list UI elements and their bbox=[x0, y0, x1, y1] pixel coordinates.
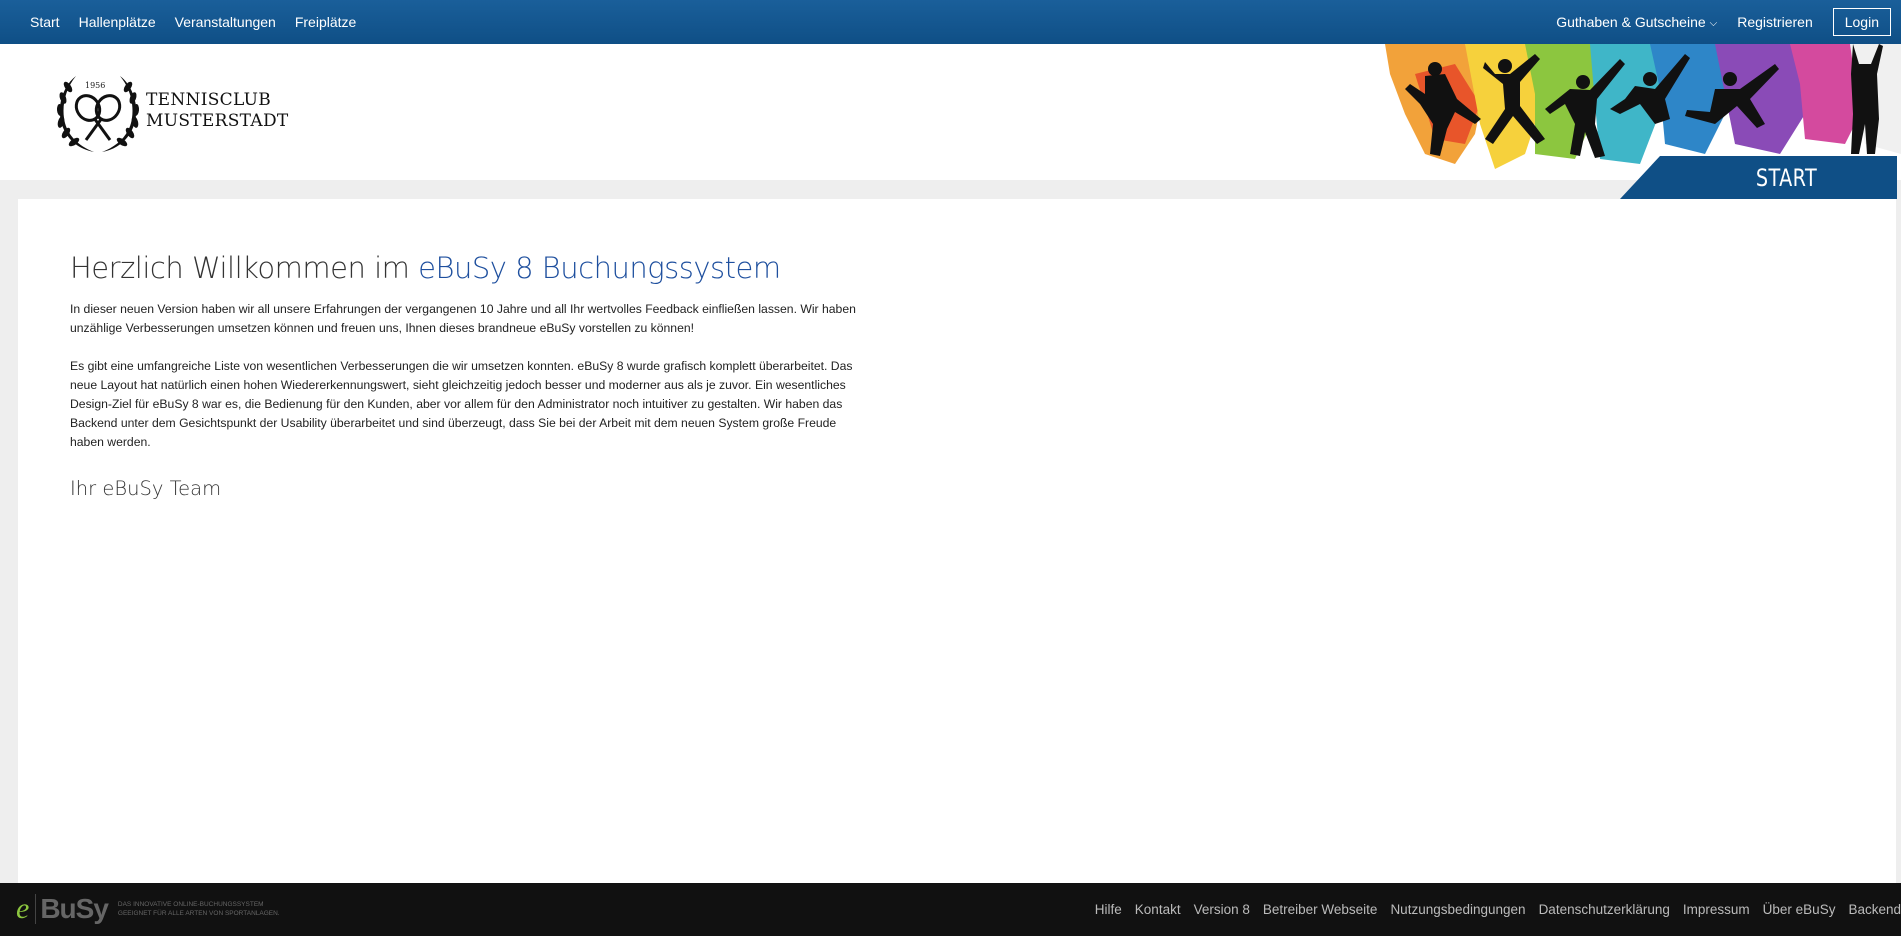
footer-link-version[interactable]: Version 8 bbox=[1194, 902, 1250, 917]
footer-link-betreiber[interactable]: Betreiber Webseite bbox=[1263, 902, 1378, 917]
account-nav: Guthaben & Gutscheine ⌵ Registrieren Logi… bbox=[1556, 0, 1891, 44]
intro-paragraph: In dieser neuen Version haben wir all un… bbox=[70, 302, 856, 335]
nav-hallenplaetze[interactable]: Hallenplätze bbox=[79, 14, 156, 30]
signoff-text: Ihr eBuSy Team bbox=[70, 477, 222, 500]
logo-year: 1956 bbox=[85, 81, 106, 90]
vouchers-dropdown[interactable]: Guthaben & Gutscheine ⌵ bbox=[1556, 14, 1717, 30]
footer-link-backend[interactable]: Backend bbox=[1848, 902, 1901, 917]
section-tab: START bbox=[1620, 156, 1897, 199]
footer-tagline-1: Das innovative Online-Buchungssystem bbox=[117, 901, 264, 908]
footer-tagline: Das innovative Online-Buchungssystem Gee… bbox=[118, 900, 280, 918]
page-title-prefix: Herzlich Willkommen im bbox=[70, 251, 419, 285]
footer-links: Hilfe Kontakt Version 8 Betreiber Websei… bbox=[1095, 883, 1901, 936]
footer-link-hilfe[interactable]: Hilfe bbox=[1095, 902, 1122, 917]
register-link[interactable]: Registrieren bbox=[1737, 14, 1812, 30]
footer-link-impressum[interactable]: Impressum bbox=[1683, 902, 1750, 917]
footer-logo-e: e bbox=[16, 892, 30, 925]
footer-link-ueber-ebusy[interactable]: Über eBuSy bbox=[1763, 902, 1836, 917]
nav-veranstaltungen[interactable]: Veranstaltungen bbox=[175, 14, 276, 30]
main-nav: Start Hallenplätze Veranstaltungen Freip… bbox=[30, 0, 356, 44]
footer-link-kontakt[interactable]: Kontakt bbox=[1135, 902, 1181, 917]
page-title-accent: eBuSy 8 Buchungssystem bbox=[418, 251, 781, 285]
logo-line-2: MUSTERSTADT bbox=[146, 111, 289, 131]
improvements-paragraph: Es gibt eine umfangreiche Liste von wese… bbox=[70, 359, 853, 449]
logo-line-1: TENNISCLUB bbox=[146, 90, 272, 110]
main-content: Herzlich Willkommen im eBuSy 8 Buchungss… bbox=[18, 199, 1896, 883]
footer-logo-divider bbox=[35, 894, 37, 924]
nav-start[interactable]: Start bbox=[30, 14, 60, 30]
site-header: 1956 TENNISCLUB MUSTERSTADT bbox=[0, 44, 1901, 180]
footer-link-nutzungsbedingungen[interactable]: Nutzungsbedingungen bbox=[1390, 902, 1525, 917]
chevron-down-icon: ⌵ bbox=[1709, 17, 1718, 29]
login-button[interactable]: Login bbox=[1832, 8, 1891, 36]
site-footer: e BuSy Das innovative Online-Buchungssys… bbox=[0, 883, 1901, 936]
footer-logo[interactable]: e BuSy Das innovative Online-Buchungssys… bbox=[16, 891, 280, 927]
logo-text: TENNISCLUB MUSTERSTADT bbox=[146, 90, 289, 132]
footer-tagline-2: Geeignet für alle Arten von Sportanlagen… bbox=[117, 910, 280, 917]
page-title: Herzlich Willkommen im eBuSy 8 Buchungss… bbox=[70, 251, 781, 285]
footer-logo-busy: BuSy bbox=[40, 893, 109, 924]
nav-freiplaetze[interactable]: Freiplätze bbox=[295, 14, 356, 30]
section-tab-label: START bbox=[1755, 163, 1818, 192]
vouchers-label: Guthaben & Gutscheine bbox=[1556, 14, 1706, 30]
top-navbar: Start Hallenplätze Veranstaltungen Freip… bbox=[0, 0, 1901, 44]
footer-link-datenschutz[interactable]: Datenschutzerklärung bbox=[1539, 902, 1670, 917]
club-logo[interactable]: 1956 TENNISCLUB MUSTERSTADT bbox=[54, 70, 304, 166]
